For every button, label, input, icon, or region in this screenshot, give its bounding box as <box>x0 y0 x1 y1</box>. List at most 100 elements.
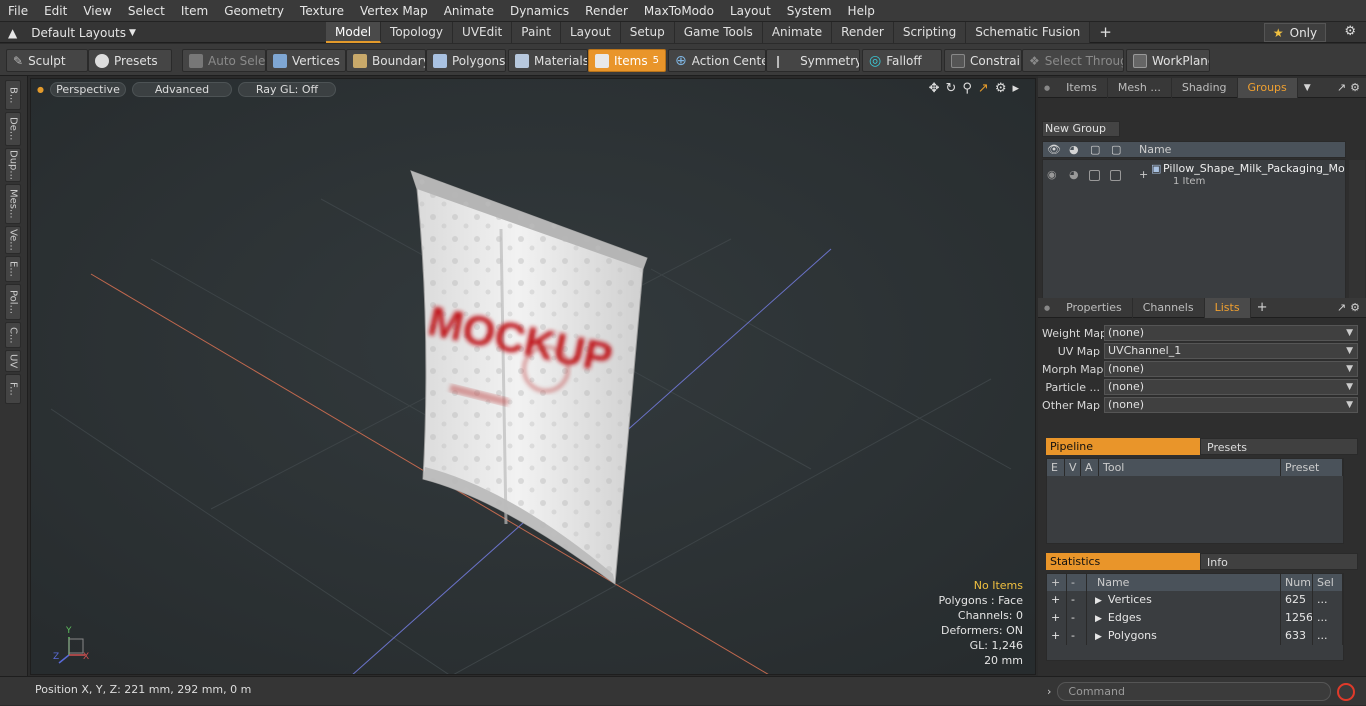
menu-geometry[interactable]: Geometry <box>216 0 292 22</box>
viewport-gear-icon[interactable]: ⚙ <box>995 81 1007 96</box>
left-tab-deform[interactable]: De... <box>5 112 21 146</box>
left-tab-duplicate[interactable]: Dup... <box>5 148 21 182</box>
info-tab[interactable]: Info <box>1200 553 1358 570</box>
tab-properties[interactable]: Properties <box>1056 297 1133 318</box>
tabs-dropdown-icon[interactable]: ▼ <box>1298 83 1317 93</box>
add-selection-icon[interactable]: + <box>1047 609 1067 627</box>
items-button[interactable]: Items 5 <box>588 49 666 72</box>
left-tab-mesh[interactable]: Mes... <box>5 184 21 224</box>
add-selection-icon[interactable]: + <box>1047 627 1067 645</box>
zoom-icon[interactable]: ⚲ <box>962 81 972 96</box>
menu-system[interactable]: System <box>779 0 840 22</box>
stat-row-polygons[interactable]: + - ▶ Polygons 633 ... <box>1047 627 1343 645</box>
workplane-button[interactable]: WorkPlane <box>1126 49 1210 72</box>
advanced-button[interactable]: Advanced <box>131 81 232 97</box>
tab-game-tools[interactable]: Game Tools <box>674 22 763 43</box>
only-button[interactable]: ★ Only <box>1264 23 1326 42</box>
other-map-select[interactable]: (none) ▼ <box>1104 397 1358 413</box>
tab-render[interactable]: Render <box>832 22 894 43</box>
menu-dynamics[interactable]: Dynamics <box>502 0 577 22</box>
panel-gear-icon-2[interactable]: ⚙ <box>1350 301 1366 314</box>
expand-arrow-icon[interactable]: ▶ <box>1095 632 1102 642</box>
rotate-icon[interactable]: ↻ <box>945 81 956 96</box>
left-tab-fusion[interactable]: F... <box>5 374 21 404</box>
stat-row-vertices[interactable]: + - ▶ Vertices 625 ... <box>1047 591 1343 609</box>
tab-layout[interactable]: Layout <box>560 22 621 43</box>
tab-uvedit[interactable]: UVEdit <box>453 22 513 43</box>
left-tab-basic[interactable]: B... <box>5 80 21 110</box>
menu-file[interactable]: File <box>0 0 36 22</box>
uv-map-select[interactable]: UVChannel_1 ▼ <box>1104 343 1358 359</box>
tab-shading[interactable]: Shading <box>1172 77 1238 98</box>
add-tab-button[interactable]: + <box>1090 22 1121 43</box>
tab-groups[interactable]: Groups <box>1237 77 1298 98</box>
panel-expand-icon[interactable]: ↗ <box>1337 81 1350 94</box>
new-group-button[interactable]: New Group <box>1042 121 1120 137</box>
command-input[interactable]: Command <box>1057 682 1332 701</box>
lock-toggle-icon[interactable]: ◕ <box>1069 168 1079 181</box>
add-tab-icon[interactable]: + <box>1251 300 1274 315</box>
expand-arrow-icon[interactable]: ▶ <box>1095 596 1102 606</box>
tab-schematic-fusion[interactable]: Schematic Fusion <box>966 22 1091 43</box>
tab-animate[interactable]: Animate <box>762 22 833 43</box>
group-row[interactable]: ◉ ◕ + ▣ Pillow_Shape_Milk_Packaging_Moc.… <box>1043 162 1347 192</box>
panel-gear-icon[interactable]: ⚙ <box>1350 81 1366 94</box>
stat-row-edges[interactable]: + - ▶ Edges 1256 ... <box>1047 609 1343 627</box>
maximize-icon[interactable]: ↗ <box>978 81 989 96</box>
weight-map-select[interactable]: (none) ▼ <box>1104 325 1358 341</box>
menu-item[interactable]: Item <box>173 0 216 22</box>
layouts-dropdown[interactable]: ▲ Default Layouts ▼ <box>0 22 300 43</box>
scrollbar[interactable] <box>1349 160 1365 312</box>
presets-button[interactable]: Presets <box>88 49 172 72</box>
vertices-button[interactable]: Vertices 1 <box>266 49 346 72</box>
tab-model[interactable]: Model <box>326 22 382 43</box>
render-checkbox[interactable] <box>1110 170 1121 181</box>
menu-layout[interactable]: Layout <box>722 0 779 22</box>
polygons-button[interactable]: Polygons <box>426 49 506 72</box>
play-arrow-icon[interactable]: ▸ <box>1012 81 1019 96</box>
boundary-button[interactable]: Boundary <box>346 49 426 72</box>
menu-help[interactable]: Help <box>840 0 883 22</box>
expand-plus-icon[interactable]: + <box>1139 168 1148 181</box>
visibility-eye-icon[interactable]: ◉ <box>1047 168 1057 181</box>
sculpt-button[interactable]: ✎ Sculpt <box>6 49 88 72</box>
tab-items[interactable]: Items <box>1056 77 1108 98</box>
add-selection-icon[interactable]: + <box>1047 591 1067 609</box>
gear-icon[interactable]: ⚙ <box>1344 24 1356 39</box>
record-icon[interactable] <box>1337 682 1356 701</box>
3d-viewport[interactable]: MOCKUP Y X Z ● Perspective Advanced Ray … <box>30 78 1036 675</box>
left-tab-edge[interactable]: E... <box>5 256 21 282</box>
tab-channels[interactable]: Channels <box>1133 297 1205 318</box>
select-checkbox[interactable] <box>1089 170 1100 181</box>
menu-vertex-map[interactable]: Vertex Map <box>352 0 436 22</box>
menu-texture[interactable]: Texture <box>292 0 352 22</box>
particle-map-select[interactable]: (none) ▼ <box>1104 379 1358 395</box>
left-tab-uv[interactable]: UV <box>5 350 21 372</box>
menu-edit[interactable]: Edit <box>36 0 75 22</box>
tab-topology[interactable]: Topology <box>381 22 454 43</box>
menu-select[interactable]: Select <box>120 0 173 22</box>
tab-setup[interactable]: Setup <box>620 22 675 43</box>
tab-lists[interactable]: Lists <box>1204 297 1251 318</box>
statistics-tab[interactable]: Statistics <box>1046 553 1200 570</box>
tab-paint[interactable]: Paint <box>512 22 561 43</box>
left-tab-curve[interactable]: C... <box>5 322 21 348</box>
tab-mesh[interactable]: Mesh ... <box>1108 77 1172 98</box>
pipeline-tab[interactable]: Pipeline <box>1046 438 1200 455</box>
constraints-button[interactable]: Constrai... <box>944 49 1022 72</box>
morph-map-select[interactable]: (none) ▼ <box>1104 361 1358 377</box>
action-center-button[interactable]: ⊕ Action Center <box>668 49 766 72</box>
select-through-button[interactable]: ❖ Select Through <box>1022 49 1124 72</box>
left-tab-polygon[interactable]: Pol... <box>5 284 21 320</box>
menu-view[interactable]: View <box>75 0 119 22</box>
remove-selection-icon[interactable]: - <box>1067 609 1087 627</box>
remove-selection-icon[interactable]: - <box>1067 627 1087 645</box>
expand-arrow-icon[interactable]: ▶ <box>1095 614 1102 624</box>
remove-selection-icon[interactable]: - <box>1067 591 1087 609</box>
move-icon[interactable]: ✥ <box>929 81 940 96</box>
left-tab-vertex[interactable]: Ve... <box>5 226 21 254</box>
menu-render[interactable]: Render <box>577 0 636 22</box>
viewport-dot-icon[interactable]: ● <box>37 85 44 94</box>
presets-tab[interactable]: Presets <box>1200 438 1358 455</box>
panel-expand-icon-2[interactable]: ↗ <box>1337 301 1350 314</box>
